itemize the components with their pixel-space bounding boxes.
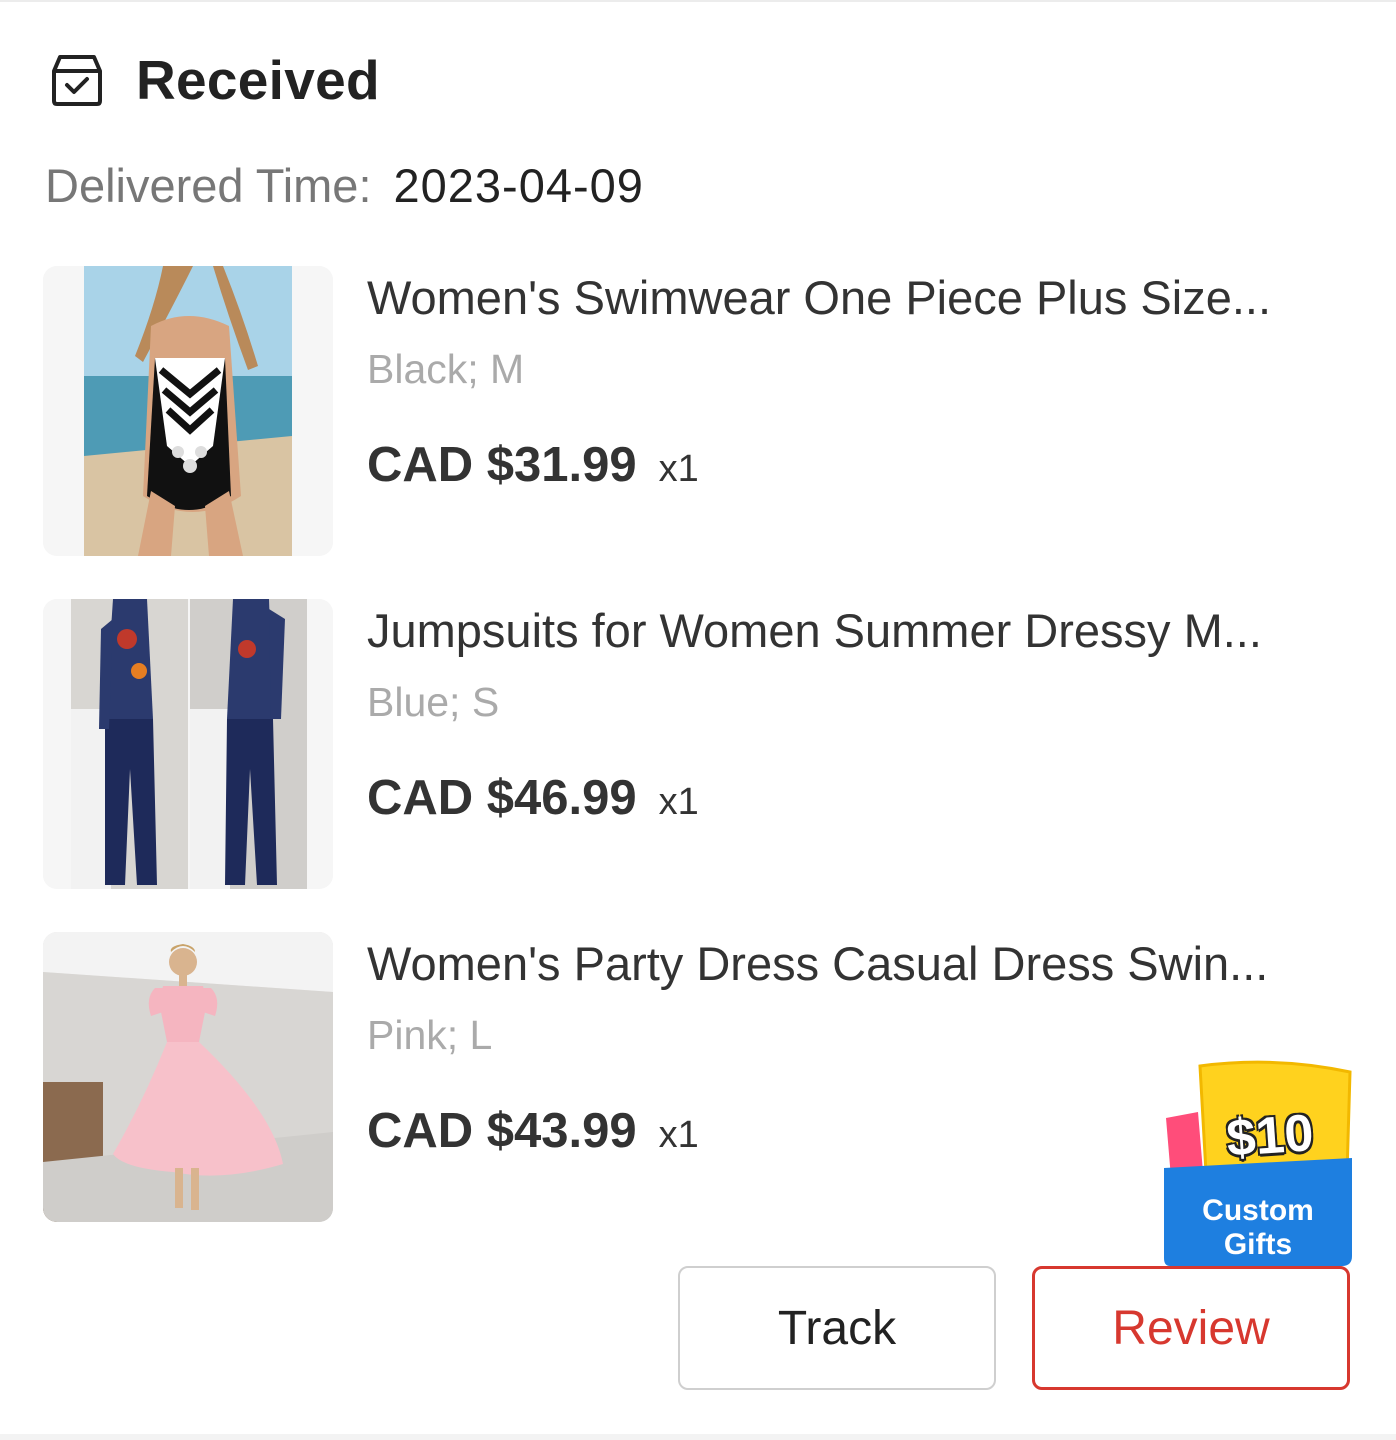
order-item-row[interactable]: Jumpsuits for Women Summer Dressy M... B… <box>43 599 1363 889</box>
product-thumbnail-jumpsuit[interactable] <box>43 599 333 889</box>
product-quantity: x1 <box>658 781 699 823</box>
product-variant: Pink; L <box>367 1012 493 1058</box>
product-variant: Blue; S <box>367 679 500 725</box>
received-box-check-icon <box>52 55 102 106</box>
product-title[interactable]: Women's Swimwear One Piece Plus Size... <box>367 268 1357 328</box>
product-thumbnail-party-dress[interactable] <box>43 932 333 1222</box>
product-price: CAD $43.99 <box>367 1104 637 1158</box>
product-title[interactable]: Women's Party Dress Casual Dress Swin... <box>367 934 1357 994</box>
gift-label-line1: Custom <box>1202 1194 1314 1227</box>
product-quantity: x1 <box>658 448 699 490</box>
delivered-time-value: 2023-04-09 <box>393 159 644 212</box>
order-item-row[interactable]: Women's Swimwear One Piece Plus Size... … <box>43 266 1363 556</box>
order-status-title: Received <box>136 49 380 111</box>
delivered-time-label: Delivered Time: <box>45 159 372 212</box>
product-title[interactable]: Jumpsuits for Women Summer Dressy M... <box>367 601 1357 661</box>
order-status-header: Received <box>48 48 380 112</box>
track-button[interactable]: Track <box>678 1266 996 1390</box>
delivered-time: Delivered Time: 2023-04-09 <box>45 158 644 213</box>
product-price: CAD $46.99 <box>367 771 637 825</box>
product-variant: Black; M <box>367 346 525 392</box>
custom-gifts-badge[interactable]: $10 Custom Gifts <box>1160 1058 1356 1268</box>
gift-label-line2: Gifts <box>1223 1228 1293 1261</box>
product-price: CAD $31.99 <box>367 438 637 492</box>
review-button[interactable]: Review <box>1032 1266 1350 1390</box>
product-thumbnail-swimwear[interactable] <box>43 266 333 556</box>
gift-amount: $10 <box>1224 1104 1316 1168</box>
top-divider <box>0 0 1396 2</box>
gift-label: Custom Gifts <box>1164 1194 1352 1262</box>
product-quantity: x1 <box>658 1114 699 1156</box>
bottom-divider <box>0 1434 1396 1440</box>
